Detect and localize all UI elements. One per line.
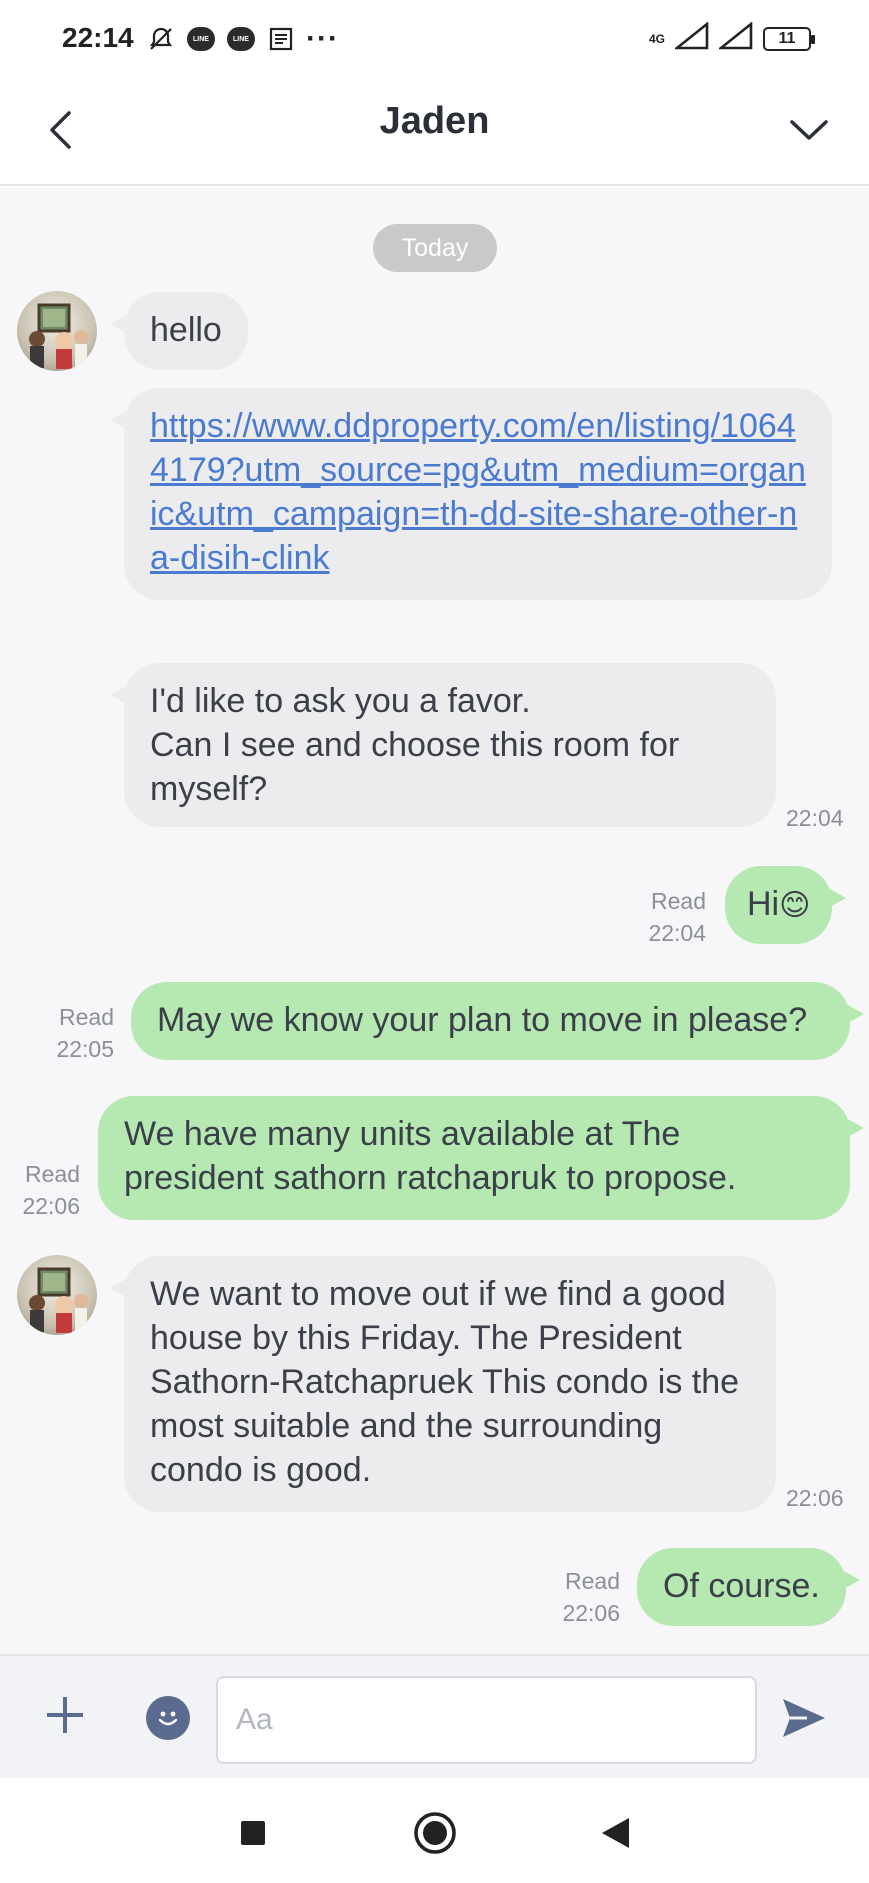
- message-time: 22:06: [22, 1193, 80, 1219]
- contact-avatar[interactable]: [17, 1255, 97, 1335]
- message-time: 22:04: [648, 920, 706, 946]
- message-text: We have many units available at The pres…: [124, 1115, 737, 1197]
- plus-icon[interactable]: [40, 1690, 90, 1740]
- message-list[interactable]: Today hello https://www.ddproperty.com/e…: [0, 188, 869, 1654]
- message-input[interactable]: [216, 1676, 757, 1764]
- outgoing-message[interactable]: Hi😊: [725, 866, 847, 944]
- battery-icon: 11: [763, 26, 815, 51]
- chat-title: Jaden: [379, 100, 490, 142]
- mute-bell-icon: [146, 24, 176, 54]
- outgoing-message[interactable]: Of course.: [637, 1548, 860, 1626]
- message-text: I'd like to ask you a favor.: [150, 682, 531, 720]
- message-time: 22:04: [786, 805, 844, 831]
- read-status: Read: [59, 1004, 114, 1030]
- read-status: Read: [651, 888, 706, 914]
- message-link[interactable]: https://www.ddproperty.com/en/listing/10…: [150, 407, 806, 577]
- signal-icon: [673, 21, 709, 55]
- smiling-emoji-icon: 😊: [779, 889, 811, 922]
- news-icon: [266, 24, 296, 54]
- message-time: 22:06: [786, 1485, 844, 1511]
- message-text: Hi: [747, 885, 780, 923]
- chevron-down-icon[interactable]: [779, 100, 839, 160]
- message-text: We want to move out if we find a good ho…: [150, 1275, 740, 1489]
- message-text: hello: [150, 311, 222, 349]
- system-navigation-bar: [0, 1778, 869, 1883]
- more-notifications-icon: ···: [306, 22, 339, 55]
- message-text: Can I see and choose this room for mysel…: [150, 726, 680, 808]
- line-app-icon: LINE: [226, 24, 256, 54]
- emoji-icon[interactable]: [146, 1696, 190, 1740]
- message-composer: [0, 1654, 869, 1778]
- back-nav-icon[interactable]: [590, 1808, 640, 1858]
- status-bar: 22:14 LINE LINE ··· 4G 11: [0, 0, 869, 78]
- notification-icons: LINE LINE ···: [146, 24, 339, 54]
- read-status: Read: [25, 1161, 80, 1187]
- outgoing-message[interactable]: We have many units available at The pres…: [98, 1096, 864, 1220]
- incoming-message[interactable]: https://www.ddproperty.com/en/listing/10…: [110, 388, 832, 600]
- status-time: 22:14: [62, 22, 134, 53]
- network-type-label: 4G: [648, 31, 665, 46]
- incoming-message[interactable]: I'd like to ask you a favor. Can I see a…: [110, 663, 776, 827]
- date-separator: Today: [373, 224, 497, 272]
- incoming-message[interactable]: hello: [110, 292, 248, 370]
- message-read-receipt: Read 22:06: [550, 1565, 620, 1629]
- outgoing-message[interactable]: May we know your plan to move in please?: [131, 982, 864, 1060]
- message-text: Of course.: [663, 1567, 820, 1605]
- signal-icon: [717, 21, 753, 55]
- recent-apps-icon[interactable]: [228, 1808, 278, 1858]
- message-read-receipt: Read 22:05: [40, 1001, 114, 1065]
- message-time: 22:06: [562, 1600, 620, 1626]
- home-icon[interactable]: [410, 1808, 460, 1858]
- system-icons: 4G 11: [648, 21, 815, 55]
- incoming-message[interactable]: We want to move out if we find a good ho…: [110, 1256, 776, 1512]
- message-text: May we know your plan to move in please?: [157, 1001, 808, 1039]
- read-status: Read: [565, 1568, 620, 1594]
- chat-header: Jaden: [0, 78, 869, 186]
- message-read-receipt: Read 22:04: [620, 885, 706, 949]
- send-icon[interactable]: [778, 1692, 830, 1744]
- message-time: 22:05: [56, 1036, 114, 1062]
- line-app-icon: LINE: [186, 24, 216, 54]
- contact-avatar[interactable]: [17, 291, 97, 371]
- message-read-receipt: Read 22:06: [10, 1158, 80, 1222]
